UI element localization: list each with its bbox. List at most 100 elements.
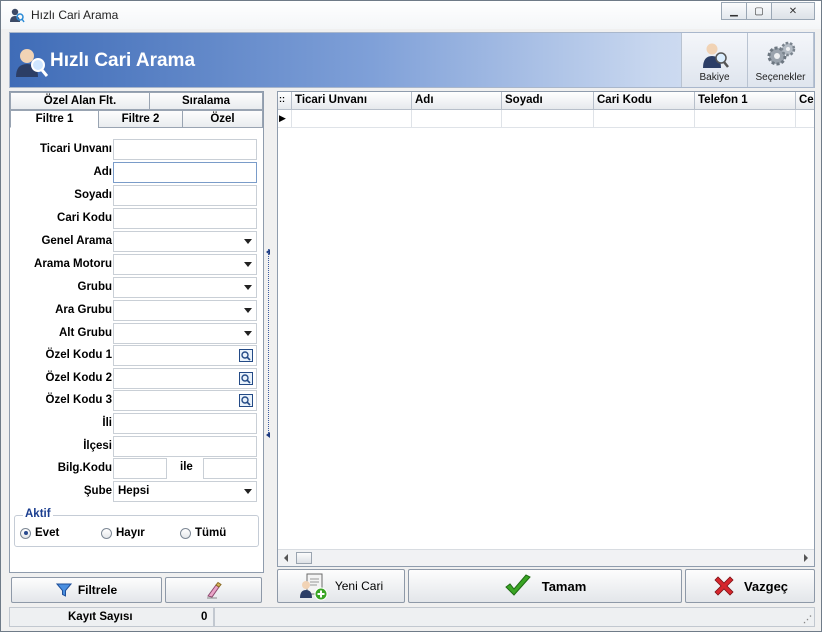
alt-grubu-row: Alt Grubu [10, 323, 265, 345]
grid-corner[interactable]: :: [278, 92, 292, 110]
lookup-icon[interactable] [239, 349, 253, 362]
sube-select[interactable]: Hepsi [113, 481, 257, 502]
bilg-kodu-label: Bilg.Kodu [57, 462, 112, 474]
panel-splitter[interactable] [265, 91, 275, 573]
secenekler-button[interactable]: Seçenekler [748, 33, 814, 87]
results-grid[interactable]: :: Ticari Unvanı Adı Soyadı Cari Kodu Te… [277, 91, 815, 567]
ili-label: İli [102, 417, 112, 429]
ozel-kodu-3-input[interactable] [113, 390, 257, 411]
window-title: Hızlı Cari Arama [31, 8, 119, 22]
sube-row: Şube Hepsi [10, 481, 265, 503]
table-row[interactable]: ▶ [278, 110, 814, 128]
ozel-kodu-1-input[interactable] [113, 345, 257, 366]
minimize-button[interactable]: ▁ [721, 2, 747, 20]
ozel-kodu-2-input[interactable] [113, 368, 257, 389]
user-search-icon [702, 43, 729, 68]
grubu-label: Grubu [77, 281, 113, 293]
page-title: Hızlı Cari Arama [50, 50, 196, 71]
sube-label: Şube [83, 485, 112, 497]
status-empty-panel: ⋰ [214, 607, 815, 627]
chevron-down-icon [244, 489, 252, 494]
splitter-grip[interactable] [268, 249, 271, 435]
vazgec-label: Vazgeç [743, 578, 789, 594]
yeni-cari-button[interactable]: Yeni Cari [277, 569, 405, 603]
bilg-kodu-to-input[interactable] [203, 458, 257, 479]
header-banner: Hızlı Cari Arama Bakiye Seçenekler [9, 32, 815, 88]
lookup-icon[interactable] [239, 372, 253, 385]
ozel-kodu-1-label: Özel Kodu 1 [45, 349, 112, 361]
sube-value: Hepsi [118, 485, 150, 497]
table-cell[interactable] [594, 110, 695, 128]
checkmark-icon [504, 574, 531, 596]
genel-arama-select[interactable] [113, 231, 257, 252]
soyadi-input[interactable] [113, 185, 257, 206]
close-button[interactable]: ✕ [771, 2, 815, 20]
scrollbar-thumb[interactable] [296, 552, 312, 564]
table-cell[interactable] [796, 110, 814, 128]
title-bar[interactable]: Hızlı Cari Arama ▁ ▢ ✕ [1, 1, 821, 29]
alt-grubu-select[interactable] [113, 323, 257, 344]
ticari-unvani-row: Ticari Unvanı [10, 139, 265, 161]
tab-ozel[interactable]: Özel [182, 110, 263, 128]
table-cell[interactable] [502, 110, 594, 128]
tab-row-top: Özel Alan Flt. Sıralama [10, 92, 265, 110]
column-cari-kodu[interactable]: Cari Kodu [594, 92, 695, 110]
ilcesi-input[interactable] [113, 436, 257, 457]
radio-unchecked-icon [101, 527, 112, 539]
tab-filtre-1[interactable]: Filtre 1 [10, 110, 99, 128]
status-bar: Kayıt Sayısı 0 ⋰ [9, 607, 815, 627]
scroll-left-icon[interactable] [284, 554, 288, 562]
column-soyadi[interactable]: Soyadı [502, 92, 594, 110]
ticari-unvani-input[interactable] [113, 139, 257, 160]
column-ticari-unvani[interactable]: Ticari Unvanı [292, 92, 412, 110]
soyadi-label: Soyadı [74, 189, 112, 201]
vazgec-button[interactable]: Vazgeç [685, 569, 815, 603]
table-cell[interactable] [412, 110, 502, 128]
alt-grubu-label: Alt Grubu [58, 327, 112, 339]
column-adi[interactable]: Adı [412, 92, 502, 110]
soyadi-row: Soyadı [10, 185, 265, 207]
filtrele-label: Filtrele [77, 583, 118, 597]
tab-ozel-alan-flt[interactable]: Özel Alan Flt. [10, 92, 150, 110]
table-cell[interactable] [292, 110, 412, 128]
bilg-kodu-from-input[interactable] [113, 458, 167, 479]
ozel-kodu-3-row: Özel Kodu 3 [10, 390, 265, 412]
tab-filtre-2[interactable]: Filtre 2 [98, 110, 183, 128]
clear-filter-button[interactable] [165, 577, 262, 603]
arama-motoru-select[interactable] [113, 254, 257, 275]
table-cell[interactable] [695, 110, 796, 128]
filtrele-button[interactable]: Filtrele [11, 577, 162, 603]
cari-kodu-label: Cari Kodu [57, 212, 112, 224]
horizontal-scrollbar[interactable] [278, 549, 814, 566]
ara-grubu-select[interactable] [113, 300, 257, 321]
bakiye-button[interactable]: Bakiye [682, 33, 748, 87]
radio-evet-label: Evet [35, 527, 60, 539]
maximize-button[interactable]: ▢ [746, 2, 772, 20]
arama-motoru-label: Arama Motoru [34, 258, 112, 270]
filter-icon [55, 583, 72, 597]
column-telefon-1[interactable]: Telefon 1 [695, 92, 796, 110]
genel-arama-label: Genel Arama [41, 235, 112, 247]
radio-evet[interactable]: Evet [20, 527, 59, 539]
radio-tumu[interactable]: Tümü [180, 527, 226, 539]
resize-grip-icon[interactable]: ⋰ [803, 614, 812, 625]
adi-input[interactable] [113, 162, 257, 183]
collapse-left-icon[interactable] [266, 432, 270, 438]
kayit-sayisi-label: Kayıt Sayısı [68, 611, 133, 623]
secenekler-label: Seçenekler [755, 72, 806, 83]
header-toolbar: Bakiye Seçenekler [681, 33, 814, 87]
ozel-kodu-2-label: Özel Kodu 2 [45, 372, 112, 384]
ile-label: ile [180, 461, 193, 473]
cari-kodu-input[interactable] [113, 208, 257, 229]
radio-hayir[interactable]: Hayır [101, 527, 145, 539]
tamam-button[interactable]: Tamam [408, 569, 682, 603]
ili-input[interactable] [113, 413, 257, 434]
column-ce[interactable]: Ce [796, 92, 814, 110]
scroll-right-icon[interactable] [804, 554, 808, 562]
radio-hayir-label: Hayır [116, 527, 145, 539]
minimize-icon: ▁ [730, 5, 738, 17]
tab-siralama[interactable]: Sıralama [149, 92, 263, 110]
user-search-icon [16, 49, 48, 77]
lookup-icon[interactable] [239, 394, 253, 407]
grubu-select[interactable] [113, 277, 257, 298]
